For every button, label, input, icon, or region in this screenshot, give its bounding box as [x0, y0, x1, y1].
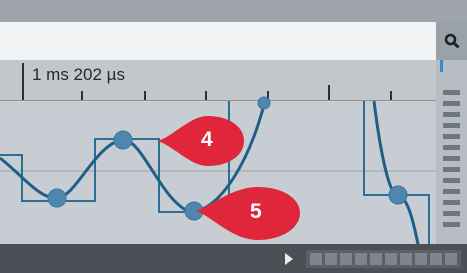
waveform-editor: 1 ms 202 µs 4 5: [0, 0, 467, 273]
marker-4-label: 4: [201, 128, 213, 151]
waveform-drawing: [0, 63, 436, 245]
marker-5-callout: [196, 187, 300, 240]
marker-5-label: 5: [250, 200, 262, 223]
reconstructed-wave-tail: [372, 100, 420, 245]
ruler-ticks: [22, 63, 392, 100]
